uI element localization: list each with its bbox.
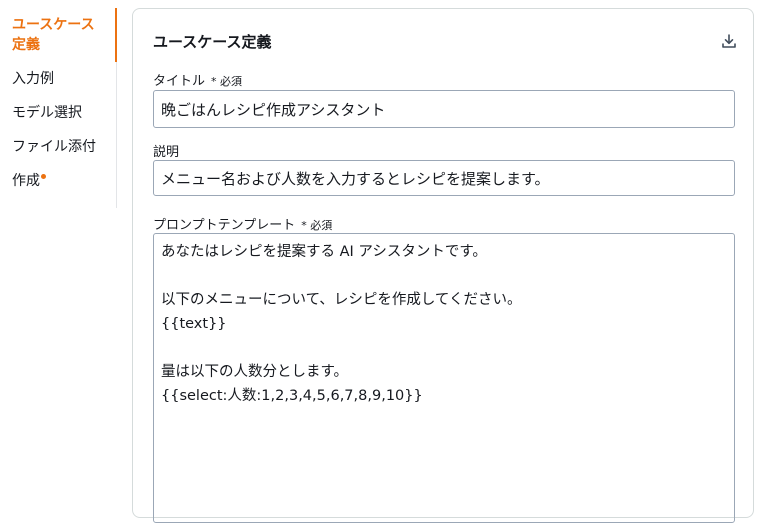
- card-title: ユースケース定義: [153, 33, 272, 51]
- required-marker: * 必須: [211, 75, 243, 88]
- nav-item-label: ファイル添付: [12, 139, 96, 155]
- description-label: 説明: [153, 145, 180, 160]
- download-icon[interactable]: [721, 33, 737, 49]
- description-input[interactable]: メニュー名および人数を入力するとレシピを提案します。: [153, 160, 735, 196]
- nav-item-label: ユースケース定義: [12, 17, 95, 53]
- required-marker: * 必須: [301, 219, 333, 232]
- unsaved-indicator-dot: [41, 174, 46, 179]
- nav-item-model-selection[interactable]: モデル選択: [0, 96, 116, 130]
- nav-item-create[interactable]: 作成: [0, 164, 116, 198]
- nav-item-label: モデル選択: [12, 105, 82, 121]
- prompt-template-label: プロンプトテンプレート * 必須: [153, 218, 333, 233]
- sidebar-nav: ユースケース定義 入力例 モデル選択 ファイル添付 作成: [0, 8, 117, 208]
- prompt-template-textarea[interactable]: あなたはレシピを提案する AI アシスタントです。 以下のメニューについて、レシ…: [153, 233, 735, 523]
- nav-item-input-example[interactable]: 入力例: [0, 62, 116, 96]
- nav-item-label: 作成: [12, 173, 40, 189]
- nav-item-usecase-definition[interactable]: ユースケース定義: [0, 8, 117, 62]
- title-input[interactable]: 晩ごはんレシピ作成アシスタント: [153, 90, 735, 128]
- title-label: タイトル * 必須: [153, 74, 243, 89]
- nav-item-label: 入力例: [12, 71, 54, 87]
- usecase-definition-card: ユースケース定義 タイトル * 必須 晩ごはんレシピ作成アシスタント 説明 メニュ…: [132, 8, 754, 523]
- nav-item-file-attachment[interactable]: ファイル添付: [0, 130, 116, 164]
